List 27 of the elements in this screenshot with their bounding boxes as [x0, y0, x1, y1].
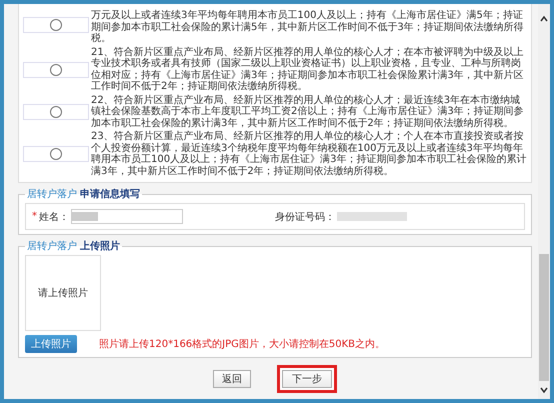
legend-prefix: 居转户落户 — [27, 189, 77, 200]
legend-prefix: 居转户落户 — [27, 241, 77, 252]
option-text: 23、符合新片区重点产业布局、经新片区推荐的用人单位的核心人才；个人在本市直接投资或者按个人投资份额计算，最近连续3个纳税年度平均每年纳税额在100万元及以上或者连续3年平均每年聘用本市员工100人及以上；持有《上海市居住证》满3年；持证期间参加本市职工社会保险的累计满3年，其中新片区工作时间不低于2年；持证期间依法缴纳所得税。 — [91, 130, 527, 178]
radio-button[interactable] — [50, 64, 62, 76]
radio-button[interactable] — [50, 106, 62, 118]
scrollbar[interactable] — [538, 4, 550, 399]
option-text: 22、符合新片区重点产业布局、经新片区推荐的用人单位的核心人才；最近连续3年在本市缴纳城镇社会保险基数高于本市上年度职工平均工资2倍以上；持有《上海市居住证》满3年；持证期间参加本市职工社会保险的累计满3年，其中新片区工作时间不低于2年；持证期间依法缴纳所得税。 — [91, 94, 525, 130]
option-text: 21、符合新片区重点产业布局、经新片区推荐的用人单位的核心人才；在本市被评聘为中级及以上专业技术职务或者具有技师（国家二级以上职业资格证书）以上职业资格，且专业、工种与所聘岗位相对应；持有《上海市居住证》满3年；持证期间参加本市职工社会保险累计满3年，其中新片区工作时间不低于2年；持证期间依法缴纳所得税。 — [91, 46, 525, 94]
name-field[interactable] — [71, 209, 183, 224]
upload-button[interactable]: 上传照片 — [25, 335, 77, 353]
radio-button[interactable] — [50, 18, 62, 31]
redacted-value — [337, 212, 407, 221]
legend-title: 上传照片 — [80, 241, 120, 252]
id-label: 身份证号码： — [275, 210, 335, 224]
upload-note: 照片请上传120*166格式的JPG图片，大小请控制在50KB之内。 — [99, 338, 386, 351]
radio-button[interactable] — [50, 148, 62, 160]
required-mark: * — [32, 211, 37, 222]
form-button[interactable]: 下一步 — [277, 365, 337, 393]
name-label: 姓名： — [39, 210, 69, 224]
legend-title: 申请信息填写 — [80, 189, 140, 200]
redacted-value — [72, 212, 98, 221]
option-text: 万元及以上或者连续3年平均每年聘用本市员工100人及以上；持有《上海市居住证》满5年；持证期间参加本市职工社会保险的累计满5年，其中新片区工作时间不低于3年；持证期间依法缴纳所得税。 — [91, 8, 525, 46]
photo-upload-field[interactable]: 请上传照片 — [25, 255, 101, 331]
scroll-thumb[interactable] — [539, 254, 549, 381]
form-button[interactable]: 返回 — [213, 370, 251, 388]
scroll-down-icon[interactable] — [539, 385, 549, 395]
scroll-up-icon[interactable] — [539, 14, 549, 24]
